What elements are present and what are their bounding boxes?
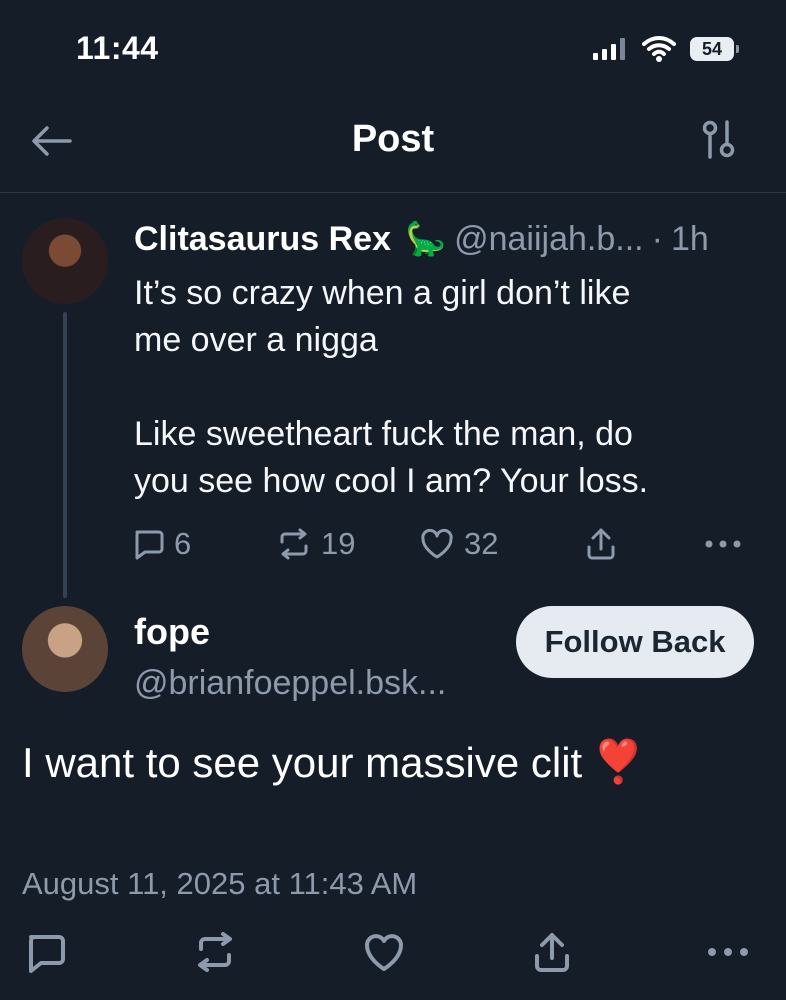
heart-icon xyxy=(421,528,453,559)
repost-button[interactable]: 19 xyxy=(277,526,420,562)
dinosaur-emoji: 🦕 xyxy=(405,220,447,257)
avatar[interactable] xyxy=(22,218,108,304)
follow-back-button[interactable]: Follow Back xyxy=(516,606,754,678)
more-icon xyxy=(705,540,741,548)
post-actions: 6 19 32 xyxy=(132,522,742,566)
page-title: Post xyxy=(351,118,435,160)
status-time: 11:44 xyxy=(76,30,159,66)
like-button[interactable] xyxy=(363,931,405,973)
reply-author-name[interactable]: fope xyxy=(134,611,210,653)
more-options-button[interactable] xyxy=(706,931,750,973)
post-age: 1h xyxy=(670,220,709,258)
reply-count: 6 xyxy=(174,526,192,561)
header-divider xyxy=(0,192,786,193)
reply-button[interactable]: 6 xyxy=(132,526,277,562)
heart-exclamation-emoji: ❣️ xyxy=(592,738,645,785)
separator-dot: · xyxy=(651,220,663,258)
wifi-icon xyxy=(642,36,676,62)
share-button[interactable] xyxy=(585,527,703,561)
heart-icon xyxy=(365,934,403,971)
reply-body-text: I want to see your massive clit xyxy=(22,738,583,786)
thread-options-button[interactable] xyxy=(698,118,740,162)
post-header: Clitasaurus Rex 🦕 @naiijah.b... · 1h xyxy=(134,220,709,259)
author-name[interactable]: Clitasaurus Rex xyxy=(134,220,391,259)
repost-icon xyxy=(280,528,308,560)
reply-button[interactable] xyxy=(24,931,66,973)
share-icon xyxy=(535,933,569,972)
more-options-button[interactable] xyxy=(704,539,742,549)
filter-icon xyxy=(702,120,735,159)
repost-count: 19 xyxy=(321,526,356,561)
author-handle[interactable]: @naiijah.b... xyxy=(454,220,644,259)
like-button[interactable]: 32 xyxy=(420,526,585,562)
comment-icon xyxy=(29,935,65,973)
like-count: 32 xyxy=(464,526,499,561)
signal-icon xyxy=(593,38,625,60)
thread-connector xyxy=(63,312,67,598)
share-button[interactable] xyxy=(531,931,573,973)
share-icon xyxy=(587,528,615,560)
post-body: It’s so crazy when a girl don’t like me … xyxy=(134,274,649,500)
post-timestamp: August 11, 2025 at 11:43 AM xyxy=(22,866,418,901)
status-icons: 54 xyxy=(592,36,739,62)
reply-author-handle[interactable]: @brianfoeppel.bsk... xyxy=(134,664,446,703)
comment-icon xyxy=(135,530,164,560)
battery-indicator: 54 xyxy=(690,37,739,61)
more-icon xyxy=(708,948,748,956)
detail-actions xyxy=(20,929,750,975)
repost-button[interactable] xyxy=(194,931,236,973)
battery-level: 54 xyxy=(701,38,723,59)
reply-body: I want to see your massive clit ❣️ xyxy=(22,738,645,787)
repost-icon xyxy=(198,932,232,972)
avatar[interactable] xyxy=(22,606,108,692)
